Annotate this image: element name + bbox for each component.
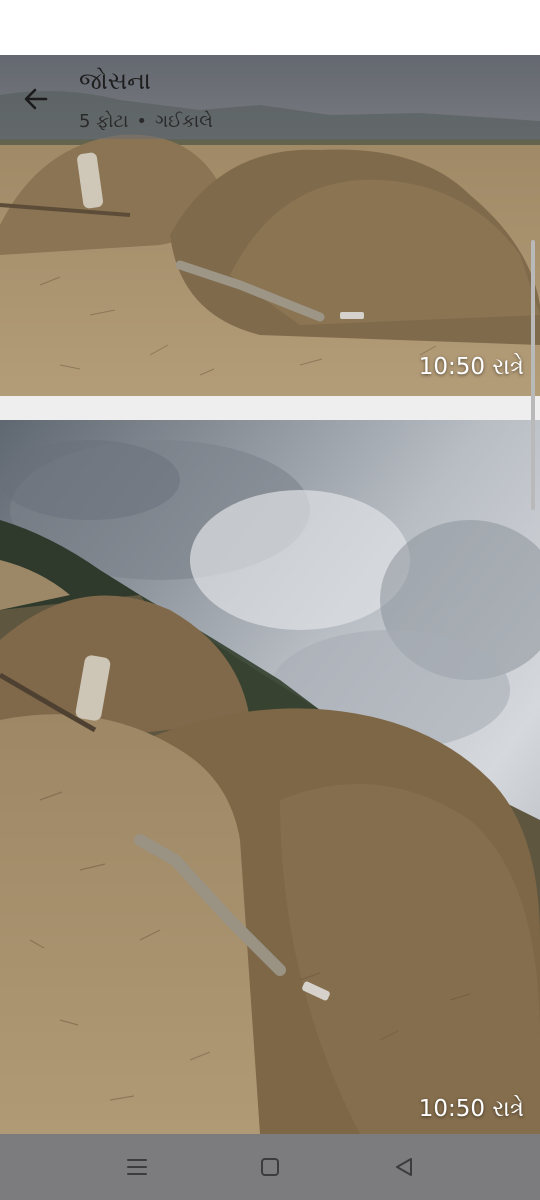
photo-count: 5 ફોટા — [79, 111, 129, 132]
arrow-left-icon — [24, 88, 48, 110]
photo-timestamp: 10:50 રાત્રે — [418, 1096, 524, 1122]
subtitle-separator: • — [136, 111, 148, 132]
album-date: ગઈકાલે — [155, 111, 213, 132]
album-subtitle: 5 ફોટા • ગઈકાલે — [79, 111, 213, 132]
nav-back-button[interactable] — [387, 1150, 421, 1184]
system-nav-bar — [0, 1134, 540, 1200]
triangle-back-icon — [396, 1158, 412, 1176]
photo-timestamp: 10:50 રાત્રે — [418, 354, 524, 380]
nav-menu-button[interactable] — [120, 1150, 154, 1184]
home-square-icon — [261, 1158, 279, 1176]
photo-divider — [0, 396, 540, 420]
nav-home-button[interactable] — [253, 1150, 287, 1184]
status-bar — [0, 0, 540, 55]
menu-icon — [127, 1159, 147, 1175]
app-bar: જોસના 5 ફોટા • ગઈકાલે — [0, 55, 540, 139]
scrollbar[interactable] — [531, 240, 535, 510]
album-title: જોસના — [79, 67, 151, 95]
photo-image-2 — [0, 420, 540, 1134]
photo-thumbnail-2[interactable]: 10:50 રાત્રે — [0, 420, 540, 1134]
back-button[interactable] — [12, 75, 60, 123]
